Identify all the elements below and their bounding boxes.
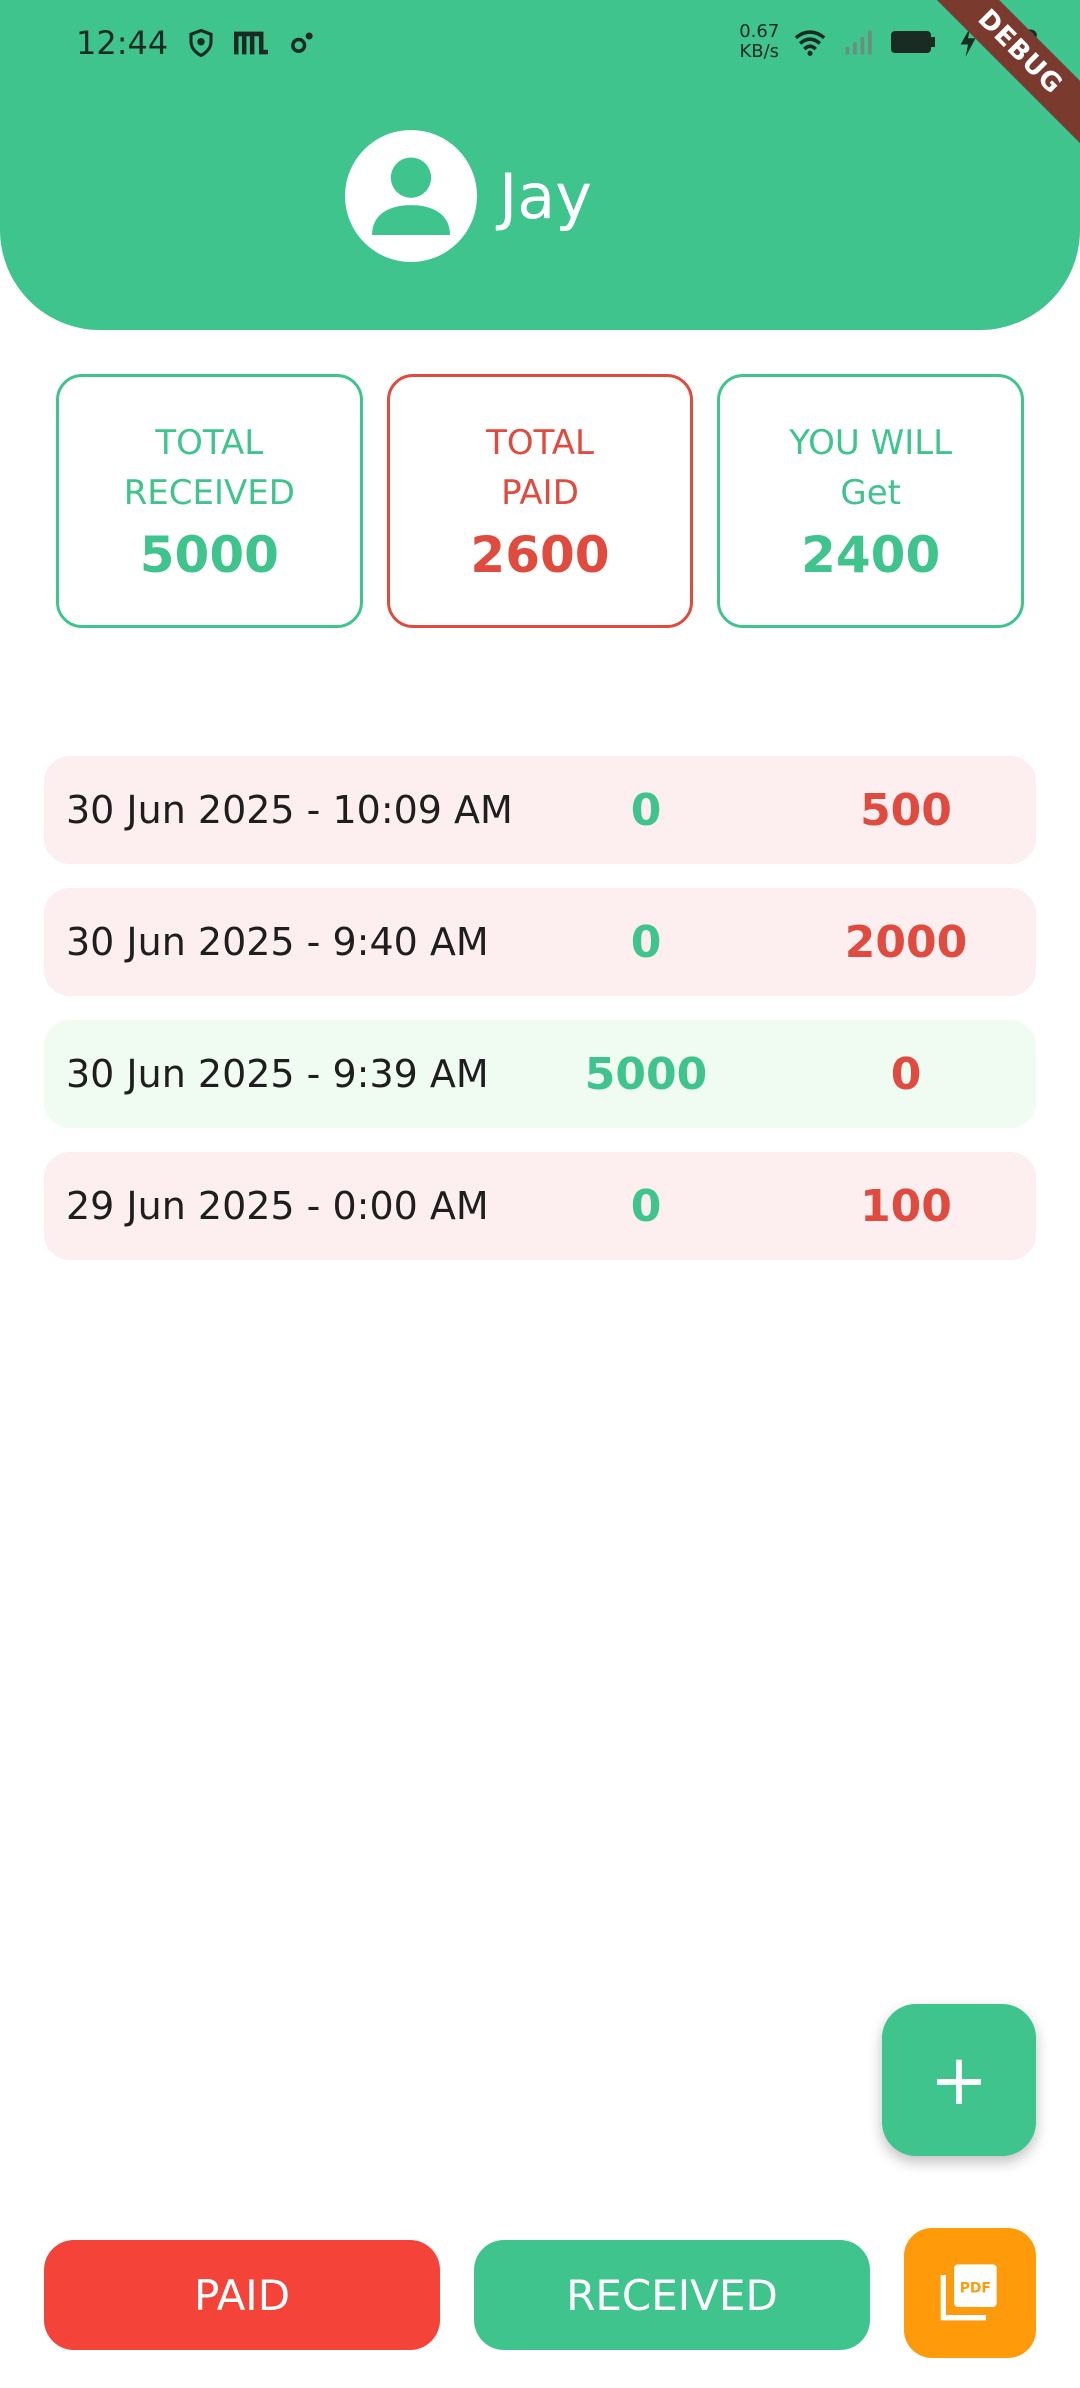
battery-icon bbox=[889, 25, 937, 59]
transaction-date: 30 Jun 2025 - 9:39 AM bbox=[66, 1052, 489, 1096]
add-transaction-button[interactable]: + bbox=[882, 2004, 1036, 2156]
transaction-received-amount: 0 bbox=[630, 1180, 662, 1232]
you-will-get-label: YOU WILL Get bbox=[789, 418, 952, 518]
paid-button[interactable]: PAID bbox=[44, 2240, 440, 2350]
app-m-icon bbox=[234, 26, 269, 60]
label-line: PAID bbox=[501, 473, 579, 513]
pdf-icon: PDF bbox=[938, 2259, 1002, 2327]
received-button[interactable]: RECEIVED bbox=[474, 2240, 870, 2350]
transaction-row[interactable]: 30 Jun 2025 - 10:09 AM 0 500 bbox=[44, 756, 1036, 864]
label-line: TOTAL bbox=[155, 423, 264, 463]
transaction-row[interactable]: 30 Jun 2025 - 9:39 AM 5000 0 bbox=[44, 1020, 1036, 1128]
profile-header: Jay bbox=[345, 130, 592, 262]
svg-text:PDF: PDF bbox=[960, 2280, 991, 2296]
transaction-date: 29 Jun 2025 - 0:00 AM bbox=[66, 1184, 489, 1228]
transaction-received-amount: 0 bbox=[630, 916, 662, 968]
transaction-received-amount: 0 bbox=[630, 784, 662, 836]
transaction-date: 30 Jun 2025 - 9:40 AM bbox=[66, 920, 489, 964]
transaction-date: 30 Jun 2025 - 10:09 AM bbox=[66, 788, 513, 832]
profile-name: Jay bbox=[499, 159, 592, 233]
transaction-received-amount: 5000 bbox=[584, 1048, 708, 1100]
summary-cards: TOTAL RECEIVED 5000 TOTAL PAID 2600 YOU … bbox=[56, 374, 1025, 634]
net-speed-unit: KB/s bbox=[739, 41, 780, 62]
plus-icon: + bbox=[929, 2039, 989, 2121]
you-will-get-value: 2400 bbox=[801, 526, 941, 584]
total-received-value: 5000 bbox=[139, 526, 279, 584]
transaction-paid-amount: 500 bbox=[860, 784, 952, 836]
status-bar: 12:44 0.67 KB/s bbox=[0, 0, 1080, 90]
transaction-row[interactable]: 30 Jun 2025 - 9:40 AM 0 2000 bbox=[44, 888, 1036, 996]
you-will-get-card: YOU WILL Get 2400 bbox=[717, 374, 1025, 628]
status-left: 12:44 bbox=[76, 24, 318, 62]
transaction-paid-amount: 2000 bbox=[844, 916, 968, 968]
wifi-icon bbox=[793, 25, 827, 59]
transaction-paid-amount: 100 bbox=[860, 1180, 952, 1232]
transaction-paid-amount: 0 bbox=[890, 1048, 922, 1100]
transaction-row[interactable]: 29 Jun 2025 - 0:00 AM 0 100 bbox=[44, 1152, 1036, 1260]
label-line: TOTAL bbox=[486, 423, 594, 463]
total-received-label: TOTAL RECEIVED bbox=[124, 418, 295, 518]
signal-icon bbox=[841, 25, 875, 59]
person-icon bbox=[345, 130, 477, 262]
label-line: RECEIVED bbox=[123, 473, 295, 513]
settings-gear-icon bbox=[284, 26, 318, 60]
transaction-list: 30 Jun 2025 - 10:09 AM 0 500 30 Jun 2025… bbox=[44, 756, 1036, 1284]
net-speed: 0.67 KB/s bbox=[739, 22, 779, 62]
export-pdf-button[interactable]: PDF bbox=[904, 2228, 1036, 2358]
label-line: YOU WILL bbox=[789, 423, 953, 463]
total-paid-label: TOTAL PAID bbox=[486, 418, 594, 518]
vpn-icon bbox=[184, 26, 218, 60]
net-speed-value: 0.67 bbox=[739, 21, 780, 42]
total-paid-value: 2600 bbox=[470, 526, 610, 584]
label-line: Get bbox=[840, 473, 901, 513]
status-time: 12:44 bbox=[76, 24, 169, 62]
app-header: 12:44 0.67 KB/s DEBUG Jay bbox=[0, 0, 1080, 330]
total-paid-card: TOTAL PAID 2600 bbox=[386, 374, 694, 628]
total-received-card: TOTAL RECEIVED 5000 bbox=[56, 374, 363, 628]
